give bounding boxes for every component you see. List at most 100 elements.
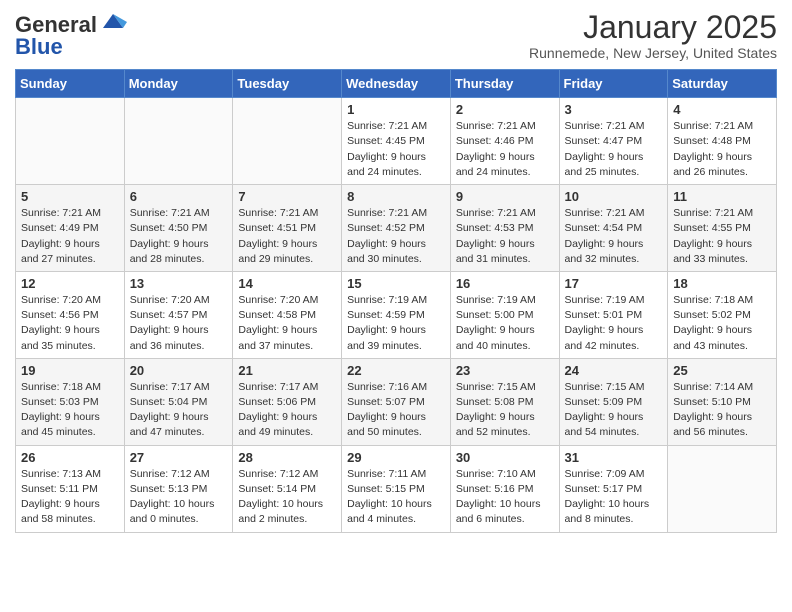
day-info: Sunrise: 7:12 AM Sunset: 5:14 PM Dayligh… xyxy=(238,467,336,528)
calendar-header-row: Sunday Monday Tuesday Wednesday Thursday… xyxy=(16,70,777,98)
table-row: 19Sunrise: 7:18 AM Sunset: 5:03 PM Dayli… xyxy=(16,358,125,445)
day-info: Sunrise: 7:09 AM Sunset: 5:17 PM Dayligh… xyxy=(565,467,663,528)
day-info: Sunrise: 7:21 AM Sunset: 4:47 PM Dayligh… xyxy=(565,119,663,180)
table-row: 28 Sunrise: 7:12 AM Sunset: 5:14 PM Dayli… xyxy=(233,445,342,532)
day-number: 11 xyxy=(673,189,771,204)
day-number: 26 xyxy=(21,450,119,465)
day-info: Sunrise: 7:21 AM Sunset: 4:53 PM Dayligh… xyxy=(456,206,554,267)
day-number: 18 xyxy=(673,276,771,291)
table-row xyxy=(124,98,233,185)
day-info: Sunrise: 7:21 AM Sunset: 4:46 PM Dayligh… xyxy=(456,119,554,180)
day-number: 25 xyxy=(673,363,771,378)
day-info: Sunrise: 7:20 AM Sunset: 4:58 PM Dayligh… xyxy=(238,293,336,354)
day-number: 21 xyxy=(238,363,336,378)
table-row: 23 Sunrise: 7:15 AM Sunset: 5:08 PM Dayli… xyxy=(450,358,559,445)
table-row xyxy=(668,445,777,532)
day-number: 10 xyxy=(565,189,663,204)
day-info: Sunrise: 7:19 AM Sunset: 5:01 PM Dayligh… xyxy=(565,293,663,354)
day-number: 24 xyxy=(565,363,663,378)
page: General Blue January 2025 Runnemede, New… xyxy=(0,0,792,548)
table-row: 6Sunrise: 7:21 AM Sunset: 4:50 PM Daylig… xyxy=(124,185,233,272)
day-info: Sunrise: 7:12 AM Sunset: 5:13 PM Dayligh… xyxy=(130,467,228,528)
month-title: January 2025 xyxy=(529,10,777,45)
day-info: Sunrise: 7:16 AM Sunset: 5:07 PM Dayligh… xyxy=(347,380,445,441)
col-thursday: Thursday xyxy=(450,70,559,98)
table-row: 27 Sunrise: 7:12 AM Sunset: 5:13 PM Dayli… xyxy=(124,445,233,532)
day-info: Sunrise: 7:15 AM Sunset: 5:09 PM Dayligh… xyxy=(565,380,663,441)
calendar-week-row: 26 Sunrise: 7:13 AM Sunset: 5:11 PM Dayli… xyxy=(16,445,777,532)
table-row: 20 Sunrise: 7:17 AM Sunset: 5:04 PM Dayli… xyxy=(124,358,233,445)
day-info: Sunrise: 7:14 AM Sunset: 5:10 PM Dayligh… xyxy=(673,380,771,441)
day-number: 17 xyxy=(565,276,663,291)
col-wednesday: Wednesday xyxy=(342,70,451,98)
day-info: Sunrise: 7:21 AM Sunset: 4:51 PM Dayligh… xyxy=(238,206,336,267)
day-number: 16 xyxy=(456,276,554,291)
table-row: 1Sunrise: 7:21 AM Sunset: 4:45 PM Daylig… xyxy=(342,98,451,185)
table-row: 4 Sunrise: 7:21 AM Sunset: 4:48 PM Daylig… xyxy=(668,98,777,185)
day-info: Sunrise: 7:21 AM Sunset: 4:48 PM Dayligh… xyxy=(673,119,771,180)
table-row: 9 Sunrise: 7:21 AM Sunset: 4:53 PM Daylig… xyxy=(450,185,559,272)
day-info: Sunrise: 7:21 AM Sunset: 4:54 PM Dayligh… xyxy=(565,206,663,267)
table-row: 3Sunrise: 7:21 AM Sunset: 4:47 PM Daylig… xyxy=(559,98,668,185)
table-row: 11 Sunrise: 7:21 AM Sunset: 4:55 PM Dayli… xyxy=(668,185,777,272)
day-number: 30 xyxy=(456,450,554,465)
table-row xyxy=(233,98,342,185)
day-info: Sunrise: 7:13 AM Sunset: 5:11 PM Dayligh… xyxy=(21,467,119,528)
logo-blue: Blue xyxy=(15,34,63,60)
day-number: 28 xyxy=(238,450,336,465)
table-row: 30Sunrise: 7:10 AM Sunset: 5:16 PM Dayli… xyxy=(450,445,559,532)
day-number: 7 xyxy=(238,189,336,204)
day-number: 27 xyxy=(130,450,228,465)
calendar-week-row: 5 Sunrise: 7:21 AM Sunset: 4:49 PM Daylig… xyxy=(16,185,777,272)
title-area: January 2025 Runnemede, New Jersey, Unit… xyxy=(529,10,777,61)
day-info: Sunrise: 7:20 AM Sunset: 4:57 PM Dayligh… xyxy=(130,293,228,354)
day-info: Sunrise: 7:15 AM Sunset: 5:08 PM Dayligh… xyxy=(456,380,554,441)
col-saturday: Saturday xyxy=(668,70,777,98)
day-info: Sunrise: 7:18 AM Sunset: 5:02 PM Dayligh… xyxy=(673,293,771,354)
col-sunday: Sunday xyxy=(16,70,125,98)
day-info: Sunrise: 7:18 AM Sunset: 5:03 PM Dayligh… xyxy=(21,380,119,441)
table-row: 5 Sunrise: 7:21 AM Sunset: 4:49 PM Daylig… xyxy=(16,185,125,272)
table-row: 24 Sunrise: 7:15 AM Sunset: 5:09 PM Dayli… xyxy=(559,358,668,445)
table-row: 7 Sunrise: 7:21 AM Sunset: 4:51 PM Daylig… xyxy=(233,185,342,272)
table-row: 29 Sunrise: 7:11 AM Sunset: 5:15 PM Dayli… xyxy=(342,445,451,532)
calendar-week-row: 19Sunrise: 7:18 AM Sunset: 5:03 PM Dayli… xyxy=(16,358,777,445)
day-number: 14 xyxy=(238,276,336,291)
day-info: Sunrise: 7:21 AM Sunset: 4:45 PM Dayligh… xyxy=(347,119,445,180)
day-info: Sunrise: 7:20 AM Sunset: 4:56 PM Dayligh… xyxy=(21,293,119,354)
day-number: 2 xyxy=(456,102,554,117)
day-number: 29 xyxy=(347,450,445,465)
table-row: 16Sunrise: 7:19 AM Sunset: 5:00 PM Dayli… xyxy=(450,271,559,358)
table-row: 25 Sunrise: 7:14 AM Sunset: 5:10 PM Dayli… xyxy=(668,358,777,445)
table-row: 8Sunrise: 7:21 AM Sunset: 4:52 PM Daylig… xyxy=(342,185,451,272)
logo-area: General Blue xyxy=(15,10,127,60)
table-row: 21 Sunrise: 7:17 AM Sunset: 5:06 PM Dayli… xyxy=(233,358,342,445)
logo: General xyxy=(15,10,127,36)
day-info: Sunrise: 7:17 AM Sunset: 5:04 PM Dayligh… xyxy=(130,380,228,441)
table-row: 17 Sunrise: 7:19 AM Sunset: 5:01 PM Dayli… xyxy=(559,271,668,358)
table-row: 31 Sunrise: 7:09 AM Sunset: 5:17 PM Dayli… xyxy=(559,445,668,532)
table-row: 13 Sunrise: 7:20 AM Sunset: 4:57 PM Dayli… xyxy=(124,271,233,358)
day-number: 31 xyxy=(565,450,663,465)
day-info: Sunrise: 7:21 AM Sunset: 4:52 PM Dayligh… xyxy=(347,206,445,267)
table-row: 10 Sunrise: 7:21 AM Sunset: 4:54 PM Dayli… xyxy=(559,185,668,272)
calendar-week-row: 1Sunrise: 7:21 AM Sunset: 4:45 PM Daylig… xyxy=(16,98,777,185)
day-number: 20 xyxy=(130,363,228,378)
table-row: 15Sunrise: 7:19 AM Sunset: 4:59 PM Dayli… xyxy=(342,271,451,358)
day-number: 23 xyxy=(456,363,554,378)
day-number: 5 xyxy=(21,189,119,204)
day-info: Sunrise: 7:21 AM Sunset: 4:49 PM Dayligh… xyxy=(21,206,119,267)
day-number: 15 xyxy=(347,276,445,291)
day-info: Sunrise: 7:17 AM Sunset: 5:06 PM Dayligh… xyxy=(238,380,336,441)
day-number: 4 xyxy=(673,102,771,117)
day-number: 9 xyxy=(456,189,554,204)
day-number: 22 xyxy=(347,363,445,378)
location: Runnemede, New Jersey, United States xyxy=(529,45,777,61)
table-row: 2 Sunrise: 7:21 AM Sunset: 4:46 PM Daylig… xyxy=(450,98,559,185)
day-info: Sunrise: 7:21 AM Sunset: 4:55 PM Dayligh… xyxy=(673,206,771,267)
table-row: 22 Sunrise: 7:16 AM Sunset: 5:07 PM Dayli… xyxy=(342,358,451,445)
table-row: 12Sunrise: 7:20 AM Sunset: 4:56 PM Dayli… xyxy=(16,271,125,358)
day-info: Sunrise: 7:11 AM Sunset: 5:15 PM Dayligh… xyxy=(347,467,445,528)
day-info: Sunrise: 7:21 AM Sunset: 4:50 PM Dayligh… xyxy=(130,206,228,267)
day-number: 13 xyxy=(130,276,228,291)
